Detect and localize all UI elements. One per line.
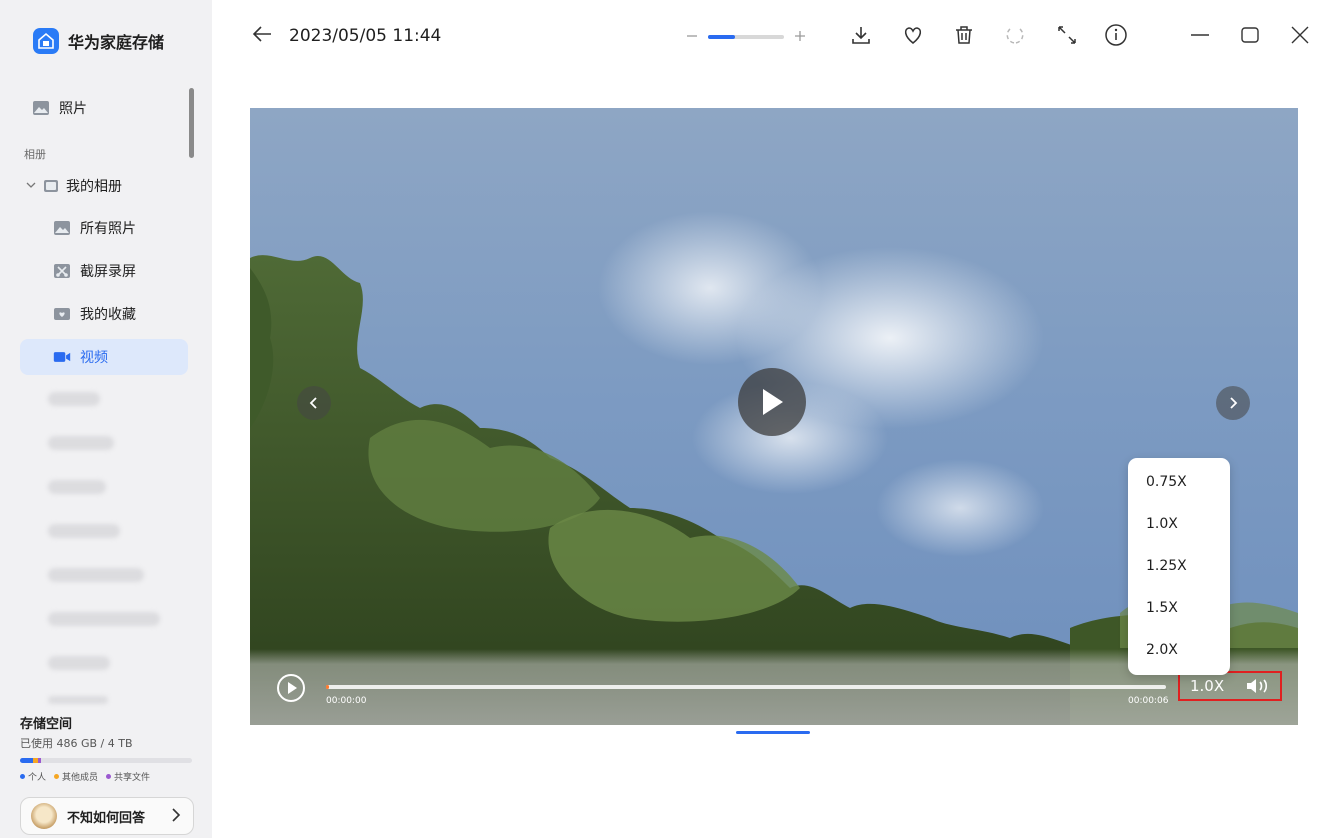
sidebar-item-all-photos[interactable]: 所有照片 xyxy=(20,210,188,246)
photo-date-title: 2023/05/05 11:44 xyxy=(289,26,442,46)
sidebar-item-label: 视频 xyxy=(80,350,108,366)
redacted-album-item xyxy=(48,436,114,450)
rotate-icon xyxy=(1003,22,1027,48)
speed-option[interactable]: 1.0X xyxy=(1146,516,1178,532)
storage-used-text: 已使用 486 GB / 4 TB xyxy=(20,737,133,750)
video-progress-bar[interactable] xyxy=(326,685,1166,689)
back-arrow-icon[interactable] xyxy=(250,22,274,46)
legend-item: 其他成员 xyxy=(54,770,98,783)
current-time: 00:00:00 xyxy=(326,696,367,706)
storage-legend: 个人 其他成员 共享文件 xyxy=(20,770,150,783)
redacted-album-item xyxy=(48,480,106,494)
sidebar-item-label: 所有照片 xyxy=(80,221,136,237)
speed-option[interactable]: 1.25X xyxy=(1146,558,1187,574)
playback-speed-menu: 0.75X 1.0X 1.25X 1.5X 2.0X xyxy=(1128,458,1230,675)
legend-item: 个人 xyxy=(20,770,46,783)
redacted-album-item xyxy=(48,392,100,406)
my-albums-label: 我的相册 xyxy=(66,179,122,195)
storage-usage-bar xyxy=(20,758,192,763)
chevron-right-icon xyxy=(171,807,181,826)
storage-segment-shared xyxy=(38,758,41,763)
legend-label: 共享文件 xyxy=(114,773,151,783)
page-indicator xyxy=(736,731,810,734)
zoom-in-icon[interactable] xyxy=(794,27,806,46)
legend-label: 其他成员 xyxy=(62,773,99,783)
delete-trash-icon[interactable] xyxy=(952,22,976,48)
speed-volume-highlight-box xyxy=(1178,671,1282,701)
play-video-button[interactable] xyxy=(738,368,806,436)
redacted-album-item xyxy=(48,524,120,538)
photo-icon xyxy=(53,220,71,236)
zoom-out-icon[interactable] xyxy=(686,27,698,46)
favorite-heart-icon[interactable] xyxy=(901,22,925,48)
sidebar-item-favorites[interactable]: 我的收藏 xyxy=(20,296,188,332)
user-name: 不知如何回答 xyxy=(67,810,146,826)
storage-title: 存储空间 xyxy=(20,717,73,732)
legend-label: 个人 xyxy=(28,773,47,783)
sidebar-item-label: 我的收藏 xyxy=(80,307,136,323)
legend-dot xyxy=(106,774,112,779)
sidebar-item-photos[interactable]: 照片 xyxy=(20,90,188,126)
redacted-album-item xyxy=(48,568,144,582)
app-title: 华为家庭存储 xyxy=(68,33,165,52)
total-duration: 00:00:06 xyxy=(1128,696,1169,706)
video-viewer[interactable]: 00:00:00 00:00:06 1.0X 0.75X 1.0X 1.25X … xyxy=(250,108,1298,725)
zoom-slider[interactable] xyxy=(708,34,784,39)
close-window-icon[interactable] xyxy=(1288,22,1312,48)
video-progress-fill xyxy=(326,685,330,689)
user-account-button[interactable]: 不知如何回答 xyxy=(20,797,194,835)
sidebar-item-label: 截屏录屏 xyxy=(80,264,136,280)
app-logo-icon xyxy=(33,28,59,54)
favorite-album-icon xyxy=(53,306,71,322)
sidebar-item-screenshots[interactable]: 截屏录屏 xyxy=(20,253,188,289)
speed-option[interactable]: 1.5X xyxy=(1146,600,1178,616)
fullscreen-expand-icon[interactable] xyxy=(1055,22,1079,48)
my-albums-group[interactable]: 我的相册 xyxy=(26,176,122,196)
sidebar-item-videos[interactable]: 视频 xyxy=(20,339,188,375)
sidebar-scrollbar[interactable] xyxy=(189,88,194,158)
redacted-album-item xyxy=(48,656,110,670)
minimize-window-icon[interactable] xyxy=(1188,22,1212,48)
sidebar: 华为家庭存储 照片 相册 我的相册 所有照片 截屏录屏 我的收藏 视频 存储空间… xyxy=(0,0,212,838)
scissors-icon xyxy=(53,263,71,279)
speed-option[interactable]: 2.0X xyxy=(1146,642,1178,658)
redacted-album-item xyxy=(48,612,160,626)
download-icon[interactable] xyxy=(849,22,873,48)
chevron-down-icon xyxy=(26,181,36,192)
play-pause-button[interactable] xyxy=(276,673,306,703)
zoom-slider-fill xyxy=(708,34,735,39)
album-icon xyxy=(42,178,60,194)
info-icon[interactable] xyxy=(1104,22,1128,48)
zoom-control[interactable] xyxy=(686,27,806,46)
redacted-album-item xyxy=(48,696,108,704)
sidebar-item-label: 照片 xyxy=(59,101,87,117)
legend-dot xyxy=(20,774,25,779)
legend-dot xyxy=(54,774,60,779)
next-item-button[interactable] xyxy=(1216,386,1250,420)
legend-item: 共享文件 xyxy=(106,770,150,783)
maximize-window-icon[interactable] xyxy=(1238,22,1262,48)
app-brand: 华为家庭存储 xyxy=(33,28,164,54)
previous-item-button[interactable] xyxy=(297,386,331,420)
photo-icon xyxy=(32,100,50,116)
avatar xyxy=(31,803,57,829)
speed-option[interactable]: 0.75X xyxy=(1146,474,1187,490)
albums-section-label: 相册 xyxy=(24,148,46,161)
storage-segment-personal xyxy=(20,758,33,763)
video-icon xyxy=(53,349,71,365)
